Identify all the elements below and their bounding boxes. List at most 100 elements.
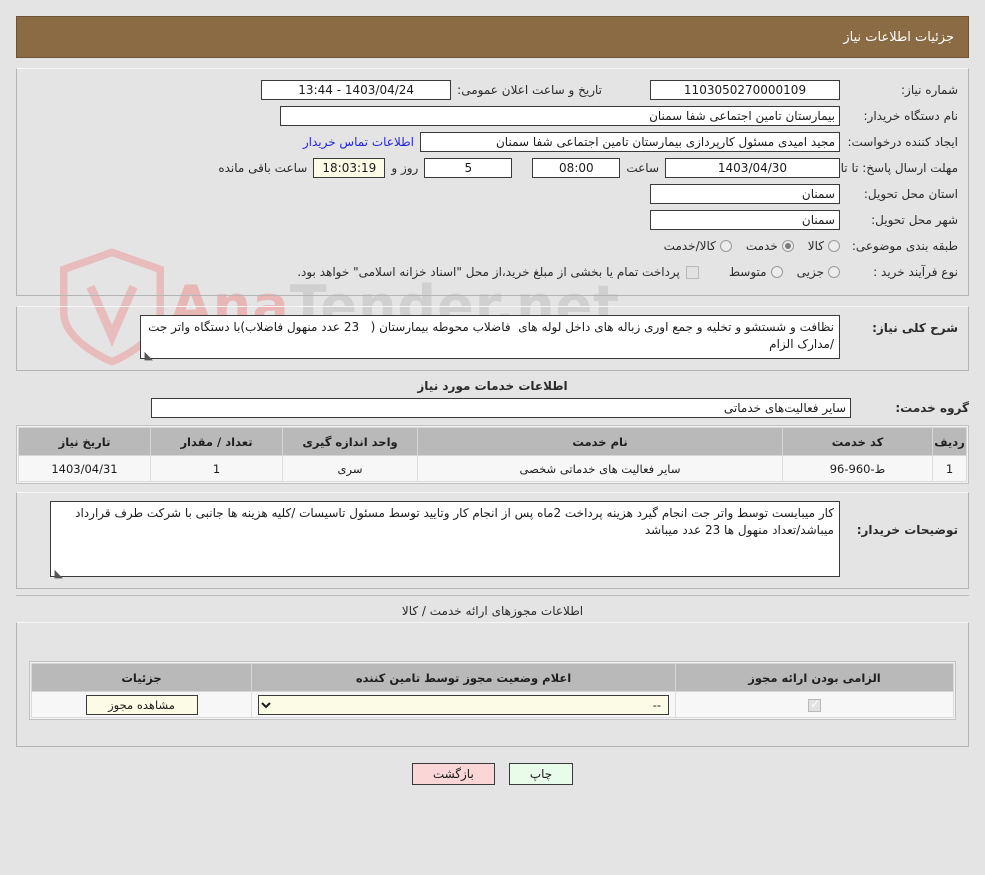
process-option-motevaset-label: متوسط [728, 265, 767, 279]
row-deadline: مهلت ارسال پاسخ: تا تاریخ: ساعت روز و سا… [27, 157, 958, 179]
service-group-label: گروه خدمت: [895, 401, 969, 415]
licenses-table: الزامی بودن ارائه مجوز اعلام وضعیت مجوز … [31, 663, 954, 718]
announce-datetime-input[interactable] [261, 80, 452, 100]
licenses-section-caption: اطلاعات مجوزهای ارائه خدمت / کالا [401, 604, 584, 618]
deadline-hour-input[interactable] [532, 158, 621, 178]
row-buyer-org: نام دستگاه خریدار: [27, 105, 958, 127]
licenses-table-header-row: الزامی بودن ارائه مجوز اعلام وضعیت مجوز … [31, 663, 954, 692]
process-option-jozi[interactable]: جزیی [797, 265, 840, 279]
row-description: شرح کلی نیاز: ◣ [27, 315, 958, 362]
licenses-panel: الزامی بودن ارائه مجوز اعلام وضعیت مجوز … [16, 622, 969, 747]
view-license-button[interactable]: مشاهده مجوز [85, 694, 198, 715]
print-button[interactable]: چاپ [508, 763, 574, 785]
creator-label: ایجاد کننده درخواست: [847, 135, 958, 149]
days-label: روز و [391, 161, 419, 175]
radio-circle-icon[interactable] [719, 240, 732, 252]
th-need-date: تاریخ نیاز [18, 427, 151, 456]
description-textarea-wrap: ◣ [140, 315, 840, 362]
cell-need-date: 1403/04/31 [18, 455, 151, 482]
need-number-input[interactable] [650, 80, 840, 100]
buyer-org-label: نام دستگاه خریدار: [863, 109, 959, 123]
cell-unit: سری [282, 455, 418, 482]
back-button[interactable]: بازگشت [411, 763, 495, 785]
province-input[interactable] [650, 184, 840, 204]
th-unit: واحد اندازه گیری [282, 427, 418, 456]
table-row[interactable]: 1 ط-960-96 سایر فعالیت های خدماتی شخصی س… [18, 455, 967, 482]
remaining-days-input[interactable] [424, 158, 513, 178]
th-service-code: کد خدمت [782, 427, 933, 456]
radio-circle-icon[interactable] [828, 266, 840, 278]
city-label: شهر محل تحویل: [871, 213, 958, 227]
buyer-notes-label: توضیحات خریدار: [856, 523, 958, 537]
row-buyer-notes: توضیحات خریدار: ◣ [27, 501, 958, 580]
hour-label: ساعت [626, 161, 659, 175]
countdown-label: ساعت باقی مانده [218, 161, 308, 175]
buyer-contact-link[interactable]: اطلاعات تماس خریدار [297, 135, 420, 149]
cell-license-details: مشاهده مجوز [31, 691, 252, 718]
radio-circle-icon[interactable] [770, 266, 783, 278]
process-option-motevaset[interactable]: متوسط [729, 265, 783, 279]
row-creator: ایجاد کننده درخواست: اطلاعات تماس خریدار [27, 131, 958, 153]
process-radio-group: جزیی متوسط پرداخت تمام یا بخشی از مبلغ خ… [291, 265, 840, 279]
need-info-panel: شماره نیاز: تاریخ و ساعت اعلان عمومی: نا… [16, 68, 969, 296]
deadline-date-input[interactable] [665, 158, 840, 178]
category-label: طبقه بندی موضوعی: [851, 239, 958, 253]
buyer-notes-textarea[interactable] [50, 501, 840, 577]
cell-radif: 1 [932, 455, 967, 482]
table-row[interactable]: -- مشاهده مجوز [31, 691, 954, 718]
cell-service-name: سایر فعالیت های خدماتی شخصی [417, 455, 783, 482]
deadline-label: مهلت ارسال پاسخ: تا تاریخ: [819, 160, 958, 175]
city-input[interactable] [650, 210, 840, 230]
service-group-input[interactable] [151, 398, 851, 418]
countdown-input [313, 158, 386, 178]
province-label: استان محل تحویل: [863, 187, 958, 201]
need-number-label: شماره نیاز: [901, 83, 958, 97]
row-service-group: گروه خدمت: [16, 397, 969, 419]
services-table: ردیف کد خدمت نام خدمت واحد اندازه گیری ت… [18, 427, 967, 482]
divider [16, 595, 969, 596]
radio-circle-icon[interactable] [828, 240, 840, 252]
cell-license-required [675, 691, 954, 718]
category-radio-group: کالا خدمت کالا/خدمت [650, 239, 840, 253]
th-license-required: الزامی بودن ارائه مجوز [675, 663, 954, 692]
services-section-caption: اطلاعات خدمات مورد نیاز [417, 379, 568, 393]
description-panel: شرح کلی نیاز: ◣ [16, 306, 969, 371]
category-option-kala[interactable]: کالا [808, 239, 840, 253]
treasury-note-checkbox[interactable] [685, 265, 699, 279]
th-quantity: تعداد / مقدار [150, 427, 283, 456]
creator-input[interactable] [420, 132, 840, 152]
services-table-box: ردیف کد خدمت نام خدمت واحد اندازه گیری ت… [16, 425, 969, 484]
category-option-kala-khedmat-label: کالا/خدمت [663, 239, 716, 253]
category-option-kala-khedmat[interactable]: کالا/خدمت [664, 239, 732, 253]
process-label: نوع فرآیند خرید : [873, 265, 958, 279]
row-city: شهر محل تحویل: [27, 209, 958, 231]
cell-service-code: ط-960-96 [782, 455, 933, 482]
th-radif: ردیف [932, 427, 967, 456]
radio-circle-selected-icon[interactable] [781, 240, 794, 252]
description-label: شرح کلی نیاز: [840, 315, 958, 335]
cell-quantity: 1 [150, 455, 283, 482]
row-category: طبقه بندی موضوعی: کالا خدمت کالا/خدمت [27, 235, 958, 257]
th-service-name: نام خدمت [417, 427, 783, 456]
category-option-kala-label: کالا [807, 239, 824, 253]
services-table-header-row: ردیف کد خدمت نام خدمت واحد اندازه گیری ت… [18, 427, 967, 456]
row-need-number: شماره نیاز: تاریخ و ساعت اعلان عمومی: [27, 79, 958, 101]
buyer-notes-textarea-wrap: ◣ [50, 501, 840, 580]
category-option-khedmat[interactable]: خدمت [746, 239, 794, 253]
announce-label: تاریخ و ساعت اعلان عمومی: [457, 83, 602, 97]
buyer-org-input[interactable] [280, 106, 840, 126]
window-title-bar: جزئیات اطلاعات نیاز [16, 16, 969, 58]
license-required-checkbox [808, 697, 821, 712]
th-license-status: اعلام وضعیت مجوز توسط تامین کننده [251, 663, 676, 692]
description-label-text: شرح کلی نیاز: [872, 321, 958, 335]
licenses-table-box: الزامی بودن ارائه مجوز اعلام وضعیت مجوز … [29, 661, 956, 720]
license-status-select[interactable]: -- [258, 694, 669, 715]
cell-license-status: -- [251, 691, 676, 718]
page-root: AnaTender.net جزئیات اطلاعات نیاز شماره … [0, 16, 985, 875]
category-option-khedmat-label: خدمت [745, 239, 778, 253]
row-process-type: نوع فرآیند خرید : جزیی متوسط پرداخت تمام… [27, 261, 958, 283]
th-license-details: جزئیات [31, 663, 252, 692]
process-option-jozi-label: جزیی [796, 265, 824, 279]
footer-actions: چاپ بازگشت [16, 763, 969, 785]
description-textarea[interactable] [140, 315, 840, 359]
